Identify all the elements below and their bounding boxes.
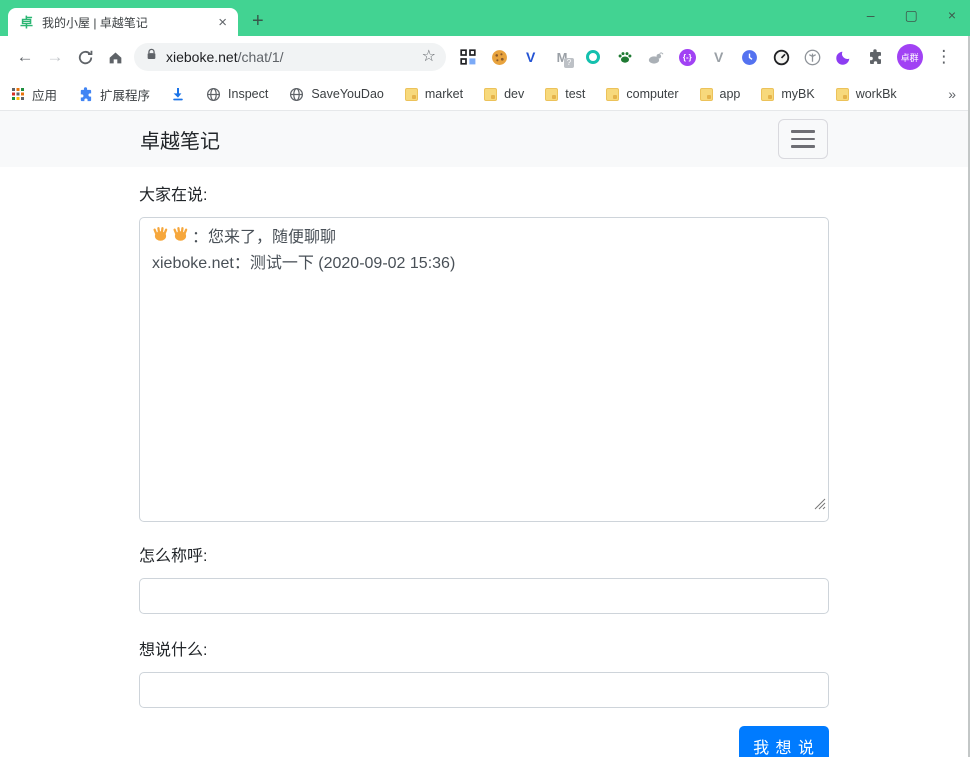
window-controls: – ▢ × — [867, 5, 956, 25]
message-input[interactable] — [139, 672, 829, 708]
bookmark-folder-test[interactable]: test — [545, 87, 585, 101]
bookmark-extensions[interactable]: 扩展程序 — [78, 85, 150, 104]
main-content: 大家在说: ：您来了，随便聊聊 xieboke.net：测试一下 (2020-0… — [124, 167, 844, 757]
submit-button[interactable]: 我 想 说 — [739, 726, 829, 757]
textarea-resize-handle[interactable] — [814, 493, 826, 519]
bookmark-folder-mybk[interactable]: myBK — [761, 87, 815, 101]
navbar-toggler-button[interactable] — [778, 119, 828, 159]
speedometer-extension-icon[interactable] — [771, 45, 791, 69]
maximize-button[interactable]: ▢ — [905, 5, 918, 25]
paw-extension-icon[interactable] — [615, 45, 635, 69]
browser-menu-icon[interactable]: ⋮ — [934, 45, 954, 69]
home-button[interactable] — [100, 47, 130, 67]
palm-tree-extension-icon[interactable] — [803, 45, 823, 69]
new-tab-button[interactable]: + — [252, 11, 264, 31]
extensions-row: V M ? {-} V 卓群 ⋮ — [458, 44, 954, 70]
browser-window: 卓 我的小屋 | 卓越笔记 × + – ▢ × ← → xieboke.net/… — [0, 0, 970, 757]
browser-toolbar: ← → xieboke.net/chat/1/ ☆ V M ? {-} V 卓群… — [0, 36, 968, 78]
chat-message: xieboke.net：测试一下 (2020-09-02 15:36) — [152, 251, 816, 277]
apps-grid-icon — [12, 88, 15, 91]
bookmark-folder-computer[interactable]: computer — [606, 87, 679, 101]
puzzle-extensions-icon[interactable] — [865, 45, 885, 69]
browser-tab[interactable]: 卓 我的小屋 | 卓越笔记 × — [8, 8, 238, 36]
bird-extension-icon[interactable] — [646, 45, 666, 69]
bookmarks-bar: 应用 扩展程序 Inspect SaveYouDao market dev te… — [0, 78, 968, 111]
moon-extension-icon[interactable] — [834, 45, 854, 69]
bookmark-star-icon[interactable]: ☆ — [422, 49, 436, 65]
url-text[interactable]: xieboke.net/chat/1/ — [166, 49, 284, 65]
folder-icon — [484, 87, 498, 101]
folder-icon — [404, 87, 418, 101]
bookmark-folder-market[interactable]: market — [404, 87, 463, 101]
bookmark-inspect[interactable]: Inspect — [206, 87, 268, 102]
close-button[interactable]: × — [948, 5, 956, 25]
bookmark-download[interactable] — [171, 87, 185, 101]
bookmark-folder-workbk[interactable]: workBk — [835, 87, 897, 101]
tab-close-icon[interactable]: × — [215, 15, 230, 30]
profile-avatar[interactable]: 卓群 — [896, 44, 923, 70]
address-bar[interactable]: xieboke.net/chat/1/ ☆ — [134, 43, 446, 71]
titlebar: 卓 我的小屋 | 卓越笔记 × + – ▢ × — [0, 0, 970, 36]
globe-icon — [290, 87, 304, 101]
clap-emoji — [172, 225, 189, 251]
name-input[interactable] — [139, 578, 829, 614]
qr-scanner-icon[interactable] — [458, 45, 478, 69]
folder-icon — [699, 87, 713, 101]
web-page: 卓越笔记 大家在说: ：您来了，随便聊聊 xieboke.net：测试一下 (2… — [0, 111, 968, 757]
cookie-icon[interactable] — [489, 45, 509, 69]
folder-icon — [835, 87, 849, 101]
chat-message: ：您来了，随便聊聊 — [152, 225, 816, 251]
puzzle-blue-icon — [80, 86, 92, 101]
folder-icon — [761, 87, 775, 101]
download-icon — [173, 88, 183, 101]
v-blue-extension-icon[interactable]: V — [521, 45, 541, 69]
forward-button[interactable]: → — [40, 47, 70, 67]
lock-icon[interactable] — [146, 48, 157, 66]
tab-favicon: 卓 — [20, 14, 34, 30]
chat-message-text: xieboke.net：测试一下 (2020-09-02 15:36) — [152, 255, 456, 272]
v-gray-extension-icon[interactable]: V — [709, 45, 729, 69]
bookmark-apps[interactable]: 应用 — [12, 85, 57, 104]
globe-icon — [207, 87, 221, 101]
hamburger-icon — [791, 130, 815, 133]
chat-label: 大家在说: — [139, 187, 208, 204]
teal-ring-extension-icon[interactable] — [583, 45, 603, 69]
back-button[interactable]: ← — [10, 47, 40, 67]
minimize-button[interactable]: – — [867, 5, 875, 25]
code-braces-purple-icon[interactable]: {-} — [677, 45, 697, 69]
name-label: 怎么称呼: — [139, 548, 208, 565]
folder-icon — [545, 87, 559, 101]
reload-button[interactable] — [70, 47, 100, 67]
mail-question-extension-icon[interactable]: M ? — [552, 45, 574, 69]
site-navbar: 卓越笔记 — [0, 111, 968, 167]
message-label: 想说什么: — [139, 642, 208, 659]
bookmark-saveyoudao[interactable]: SaveYouDao — [289, 87, 384, 102]
folder-icon — [606, 87, 620, 101]
clap-emoji — [152, 225, 169, 251]
tab-title: 我的小屋 | 卓越笔记 — [42, 15, 148, 30]
bookmark-folder-dev[interactable]: dev — [484, 87, 524, 101]
clock-blue-extension-icon[interactable] — [740, 45, 760, 69]
chat-log-textarea[interactable]: ：您来了，随便聊聊 xieboke.net：测试一下 (2020-09-02 1… — [139, 217, 829, 522]
bookmark-folder-app[interactable]: app — [699, 87, 740, 101]
chat-message-text: ：您来了，随便聊聊 — [192, 229, 337, 246]
bookmarks-overflow-chevron[interactable]: » — [948, 86, 956, 102]
site-brand[interactable]: 卓越笔记 — [140, 125, 220, 154]
